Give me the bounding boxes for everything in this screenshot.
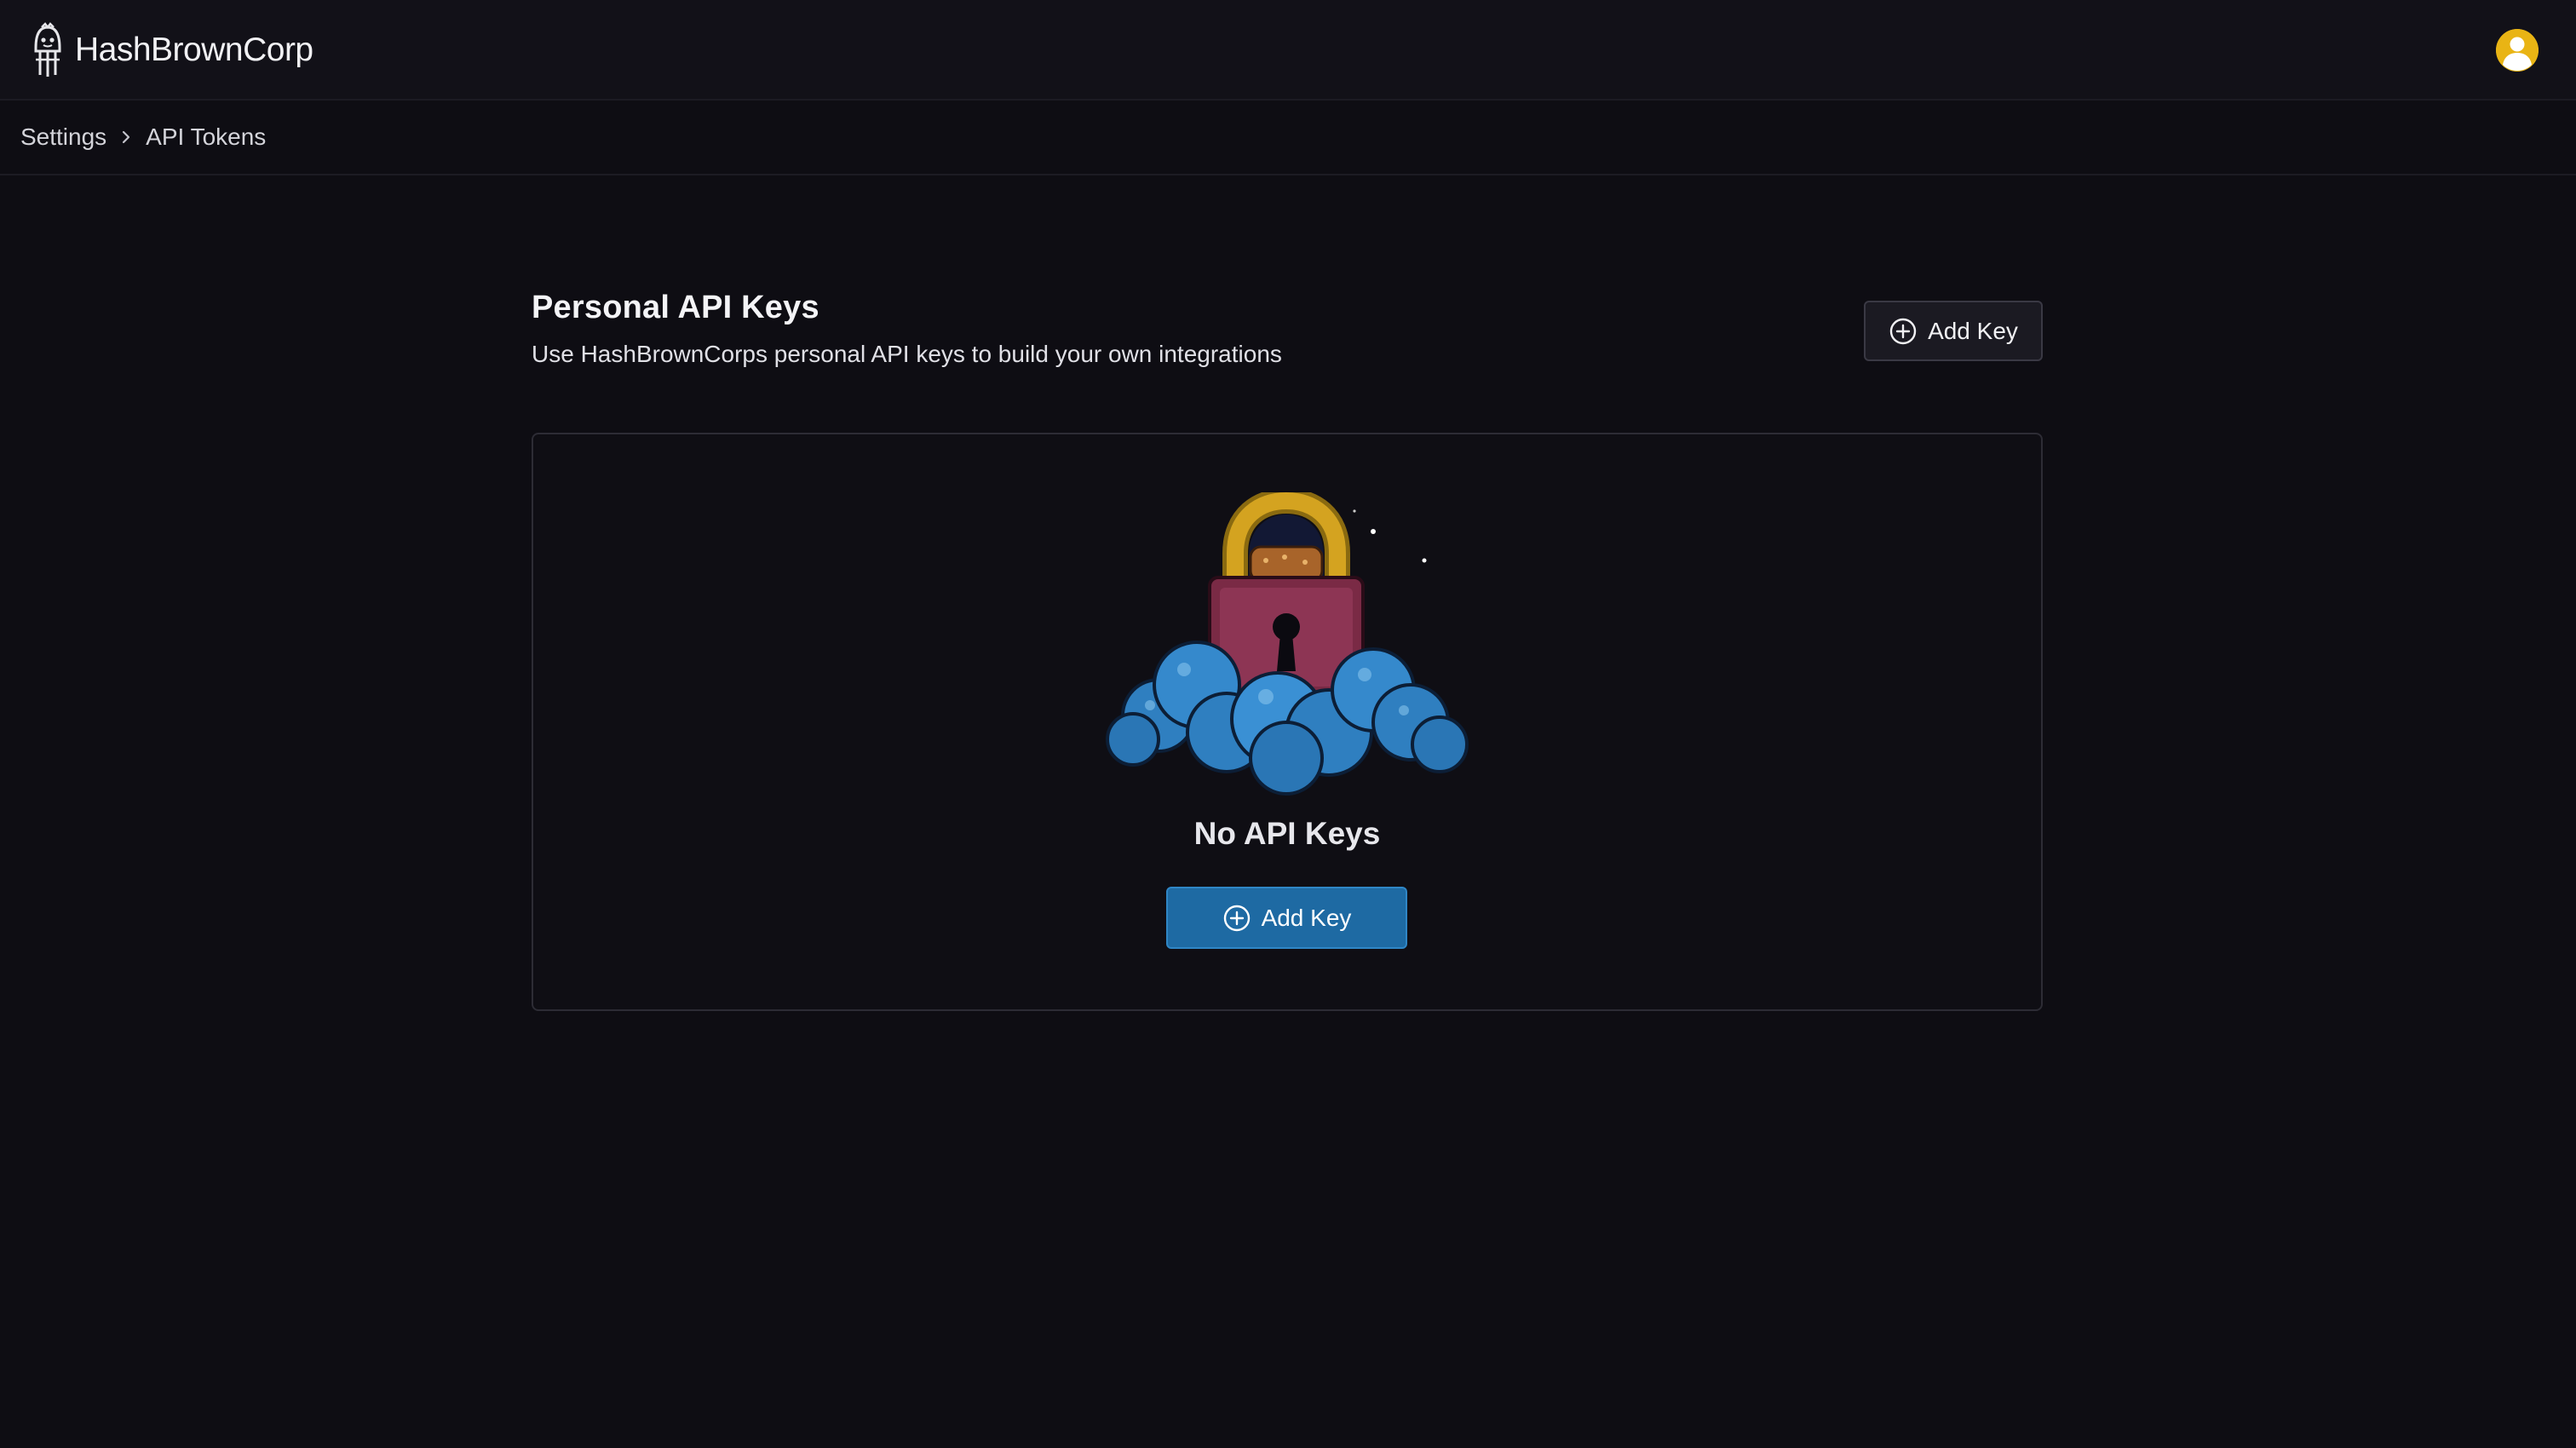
padlock-cloud-icon <box>1106 492 1469 796</box>
add-key-button-label: Add Key <box>1928 317 2018 344</box>
breadcrumb-bar: Settings API Tokens <box>0 101 2576 175</box>
page-title: Personal API Keys <box>532 290 819 325</box>
brand[interactable]: HashBrownCorp <box>31 20 313 80</box>
breadcrumb: Settings API Tokens <box>20 101 266 174</box>
add-key-primary-button-label: Add Key <box>1261 904 1352 931</box>
top-bar: HashBrownCorp <box>0 0 2576 101</box>
plus-circle-icon <box>1889 318 1917 344</box>
add-key-button[interactable]: Add Key <box>1864 301 2043 361</box>
breadcrumb-item-api-tokens: API Tokens <box>146 124 267 150</box>
chevron-right-icon <box>123 130 130 144</box>
hashbrown-logo-icon <box>34 22 61 77</box>
plus-circle-icon <box>1223 905 1250 931</box>
padlock-cloud-illustration <box>1099 492 1474 796</box>
empty-state-title: No API Keys <box>1193 816 1381 851</box>
user-avatar-icon <box>2496 29 2539 72</box>
add-key-primary-button[interactable]: Add Key <box>1166 887 1407 949</box>
breadcrumb-item-settings[interactable]: Settings <box>20 124 106 151</box>
brand-name: HashBrownCorp <box>75 32 313 68</box>
page-subtitle: Use HashBrownCorps personal API keys to … <box>532 341 1282 367</box>
user-avatar-button[interactable] <box>2496 29 2539 72</box>
